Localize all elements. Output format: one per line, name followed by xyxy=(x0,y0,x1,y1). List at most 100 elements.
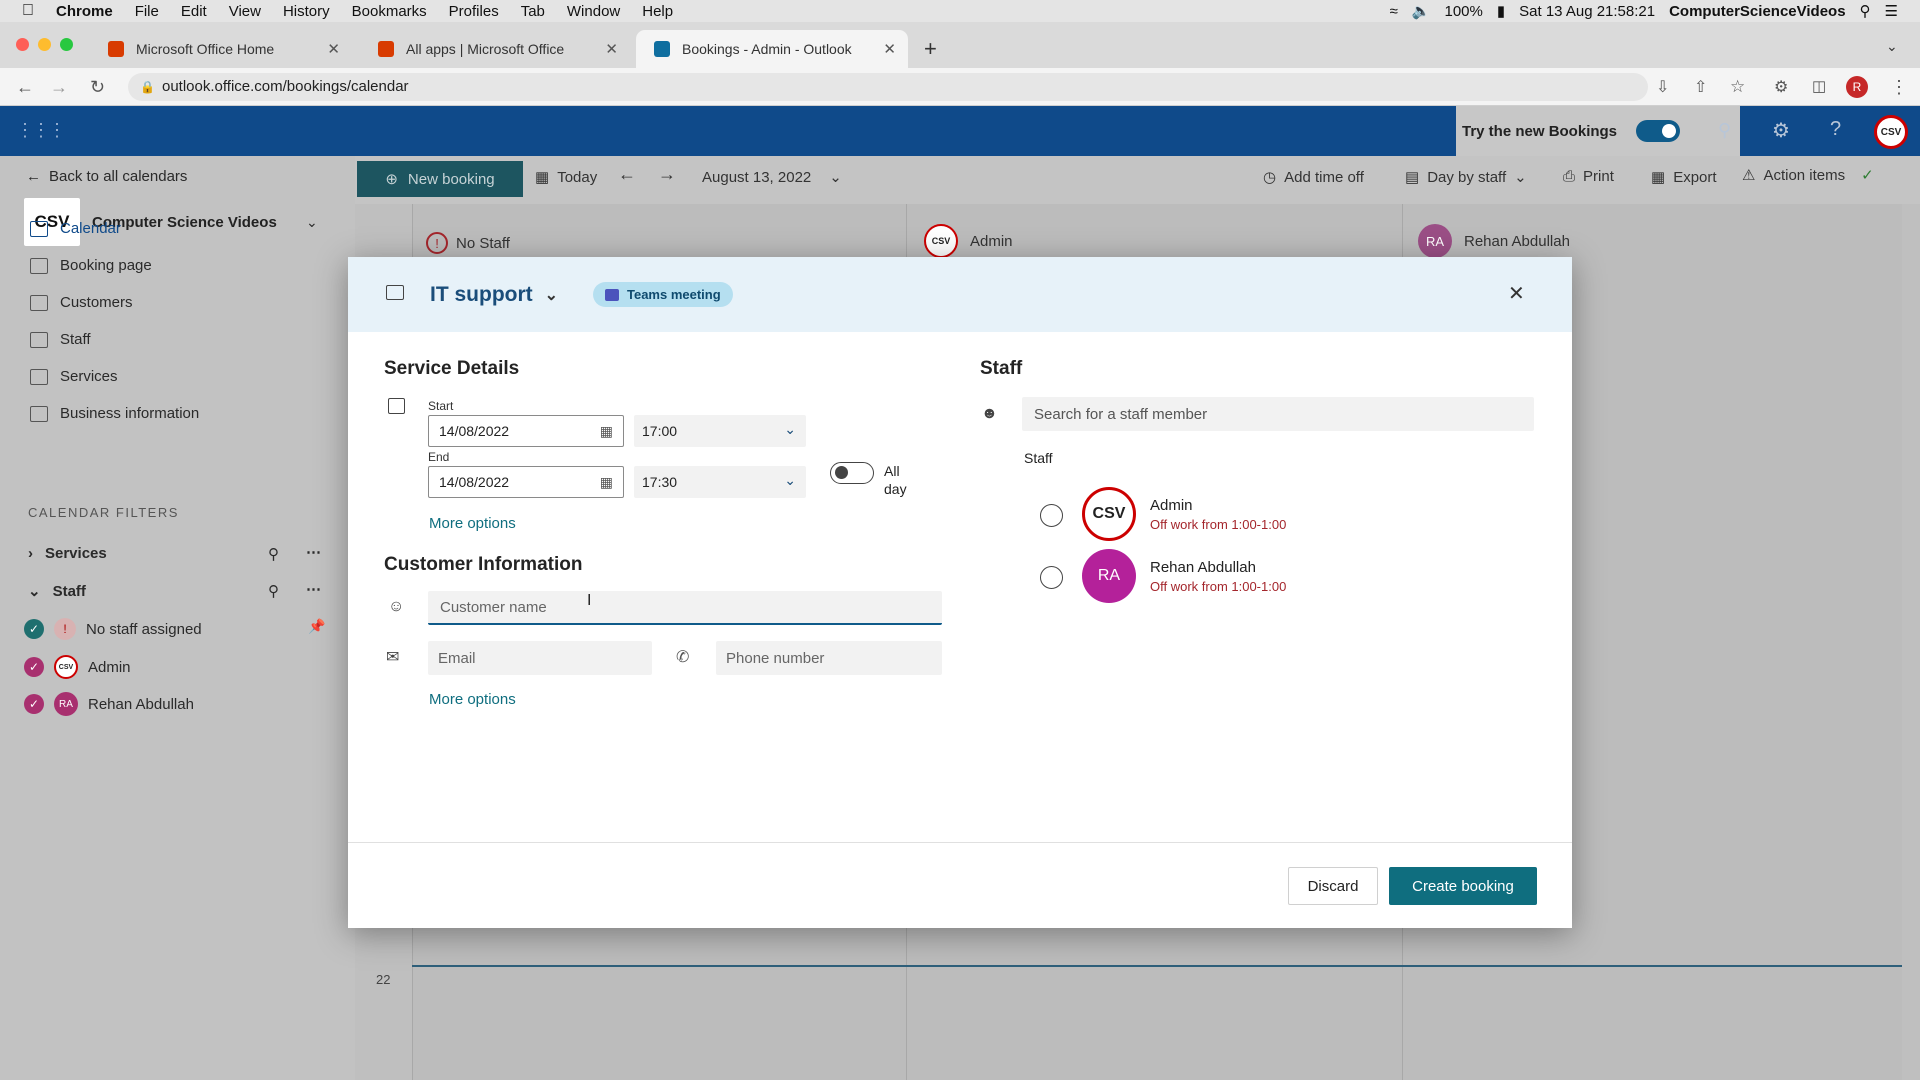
spotlight-search-icon[interactable]: ⚲ xyxy=(1860,2,1871,20)
tab-search-chevron-icon[interactable]: ⌄ xyxy=(1886,38,1898,55)
calendar-icon[interactable]: ▦ xyxy=(600,423,613,440)
checkmark-icon[interactable]: ✓ xyxy=(24,694,44,714)
pin-icon[interactable]: 📌 xyxy=(308,618,325,635)
back-to-calendars-link[interactable]: ← Back to all calendars xyxy=(26,168,187,185)
print-button[interactable]: ⎙ Print xyxy=(1563,168,1614,185)
menu-app-name[interactable]: Chrome xyxy=(56,3,113,20)
menu-window[interactable]: Window xyxy=(567,3,620,20)
staff-filter-admin[interactable]: ✓ CSV Admin xyxy=(24,655,131,679)
try-new-toggle[interactable] xyxy=(1636,120,1680,142)
bookmark-star-icon[interactable]: ☆ xyxy=(1730,77,1745,97)
staff-filter-no-staff[interactable]: ✓ ! No staff assigned xyxy=(24,618,202,640)
search-icon[interactable]: ⚲ xyxy=(268,545,279,563)
sidebar-item-services[interactable]: Services xyxy=(30,368,118,385)
today-button[interactable]: ▦ Today xyxy=(535,168,597,187)
share-icon[interactable]: ⇧ xyxy=(1694,77,1707,97)
clock[interactable]: Sat 13 Aug 21:58:21 xyxy=(1519,3,1655,20)
account-avatar[interactable]: CSV xyxy=(1874,115,1908,149)
menu-bookmarks[interactable]: Bookmarks xyxy=(352,3,427,20)
back-arrow-icon[interactable]: ← xyxy=(16,77,34,98)
menu-history[interactable]: History xyxy=(283,3,330,20)
search-icon[interactable]: ⚲ xyxy=(268,582,279,600)
customer-name-input[interactable]: Customer name xyxy=(428,591,942,625)
menu-tab[interactable]: Tab xyxy=(521,3,545,20)
address-bar[interactable]: 🔒 outlook.office.com/bookings/calendar xyxy=(128,73,1648,101)
window-minimize-button[interactable] xyxy=(38,38,51,51)
start-date-field[interactable]: 14/08/2022 ▦ xyxy=(428,415,624,447)
help-icon[interactable]: ? xyxy=(1830,118,1841,141)
export-button[interactable]: ▦ Export xyxy=(1651,168,1717,187)
apple-icon[interactable]:  xyxy=(22,2,34,20)
phone-number-input[interactable]: Phone number xyxy=(716,641,942,675)
wifi-icon[interactable]: ≈ xyxy=(1390,3,1398,20)
tab-all-apps[interactable]: All apps | Microsoft Office ✕ xyxy=(360,30,630,68)
more-options-link[interactable]: More options xyxy=(429,515,516,532)
sidebar-item-customers[interactable]: Customers xyxy=(30,294,133,311)
close-icon[interactable]: ✕ xyxy=(327,40,340,58)
day-by-staff-button[interactable]: ▤ Day by staff ⌄ xyxy=(1405,168,1527,187)
more-icon[interactable]: ⋯ xyxy=(306,580,321,598)
gear-icon[interactable]: ⚙ xyxy=(1772,118,1790,143)
all-day-toggle[interactable] xyxy=(830,462,874,484)
app-launcher-icon[interactable]: ⋮⋮⋮ xyxy=(16,120,66,141)
start-time-select[interactable]: 17:00 ⌄ xyxy=(634,415,806,447)
menubar-user[interactable]: ComputerScienceVideos xyxy=(1669,3,1845,20)
battery-icon[interactable]: ▮ xyxy=(1497,2,1505,20)
menu-help[interactable]: Help xyxy=(642,3,673,20)
tab-bookings[interactable]: Bookings - Admin - Outlook ✕ xyxy=(636,30,908,68)
action-items-button[interactable]: ⚠ Action items ✓ xyxy=(1742,166,1874,185)
sidebar-item-booking-page[interactable]: Booking page xyxy=(30,257,152,274)
staff-filter-rehan[interactable]: ✓ RA Rehan Abdullah xyxy=(24,692,194,716)
service-selector[interactable]: IT support ⌄ xyxy=(430,283,558,307)
end-date-field[interactable]: 14/08/2022 ▦ xyxy=(428,466,624,498)
end-time-select[interactable]: 17:30 ⌄ xyxy=(634,466,806,498)
sidebar-item-label: Customers xyxy=(60,294,133,311)
close-icon[interactable]: ✕ xyxy=(883,40,896,58)
sidebar-item-business-information[interactable]: Business information xyxy=(30,405,199,422)
tab-title: Bookings - Admin - Outlook xyxy=(682,41,852,57)
chrome-menu-icon[interactable]: ⋮ xyxy=(1890,77,1908,98)
staff-radio-rehan[interactable] xyxy=(1040,566,1063,589)
next-day-button[interactable]: → xyxy=(658,164,676,185)
window-zoom-button[interactable] xyxy=(60,38,73,51)
email-input[interactable]: Email xyxy=(428,641,652,675)
staff-icon xyxy=(30,331,48,348)
install-icon[interactable]: ⇩ xyxy=(1656,77,1669,97)
window-close-button[interactable] xyxy=(16,38,29,51)
add-time-off-button[interactable]: ◷ Add time off xyxy=(1263,168,1364,187)
menu-profiles[interactable]: Profiles xyxy=(449,3,499,20)
staff-search-input[interactable]: Search for a staff member xyxy=(1022,397,1534,431)
more-options-link[interactable]: More options xyxy=(429,691,516,708)
staff-radio-admin[interactable] xyxy=(1040,504,1063,527)
more-icon[interactable]: ⋯ xyxy=(306,543,321,561)
checkmark-icon[interactable]: ✓ xyxy=(24,619,44,639)
discard-button[interactable]: Discard xyxy=(1288,867,1378,905)
menu-view[interactable]: View xyxy=(229,3,261,20)
menu-edit[interactable]: Edit xyxy=(181,3,207,20)
forward-arrow-icon[interactable]: → xyxy=(50,77,68,98)
reload-icon[interactable]: ↻ xyxy=(90,77,105,98)
calendar-icon[interactable]: ▦ xyxy=(600,474,613,491)
sidepanel-icon[interactable]: ◫ xyxy=(1812,77,1826,95)
date-picker[interactable]: August 13, 2022 ⌄ xyxy=(702,168,842,187)
menu-file[interactable]: File xyxy=(135,3,159,20)
start-label: Start xyxy=(428,399,454,413)
sidebar-item-calendar[interactable]: Calendar xyxy=(30,220,121,237)
close-icon[interactable]: ✕ xyxy=(1508,281,1525,306)
new-booking-button[interactable]: ⊕ New booking xyxy=(357,161,523,197)
control-center-icon[interactable]: ☰ xyxy=(1885,2,1898,20)
volume-icon[interactable]: 🔈 xyxy=(1412,2,1431,20)
checkmark-icon[interactable]: ✓ xyxy=(24,657,44,677)
create-booking-button[interactable]: Create booking xyxy=(1389,867,1537,905)
bell-icon[interactable]: ⚲ xyxy=(1718,120,1731,141)
close-icon[interactable]: ✕ xyxy=(605,40,618,58)
previous-day-button[interactable]: ← xyxy=(618,164,636,185)
chevron-down-icon[interactable]: ⌄ xyxy=(306,214,318,231)
filter-group-services[interactable]: › Services xyxy=(28,545,107,562)
sidebar-item-staff[interactable]: Staff xyxy=(30,331,91,348)
profile-avatar[interactable]: R xyxy=(1846,76,1868,98)
extensions-icon[interactable]: ⚙ xyxy=(1774,77,1788,97)
new-tab-icon[interactable]: + xyxy=(924,36,937,62)
filter-group-staff[interactable]: ⌄ Staff xyxy=(28,582,86,601)
tab-office-home[interactable]: Microsoft Office Home ✕ xyxy=(90,30,352,68)
